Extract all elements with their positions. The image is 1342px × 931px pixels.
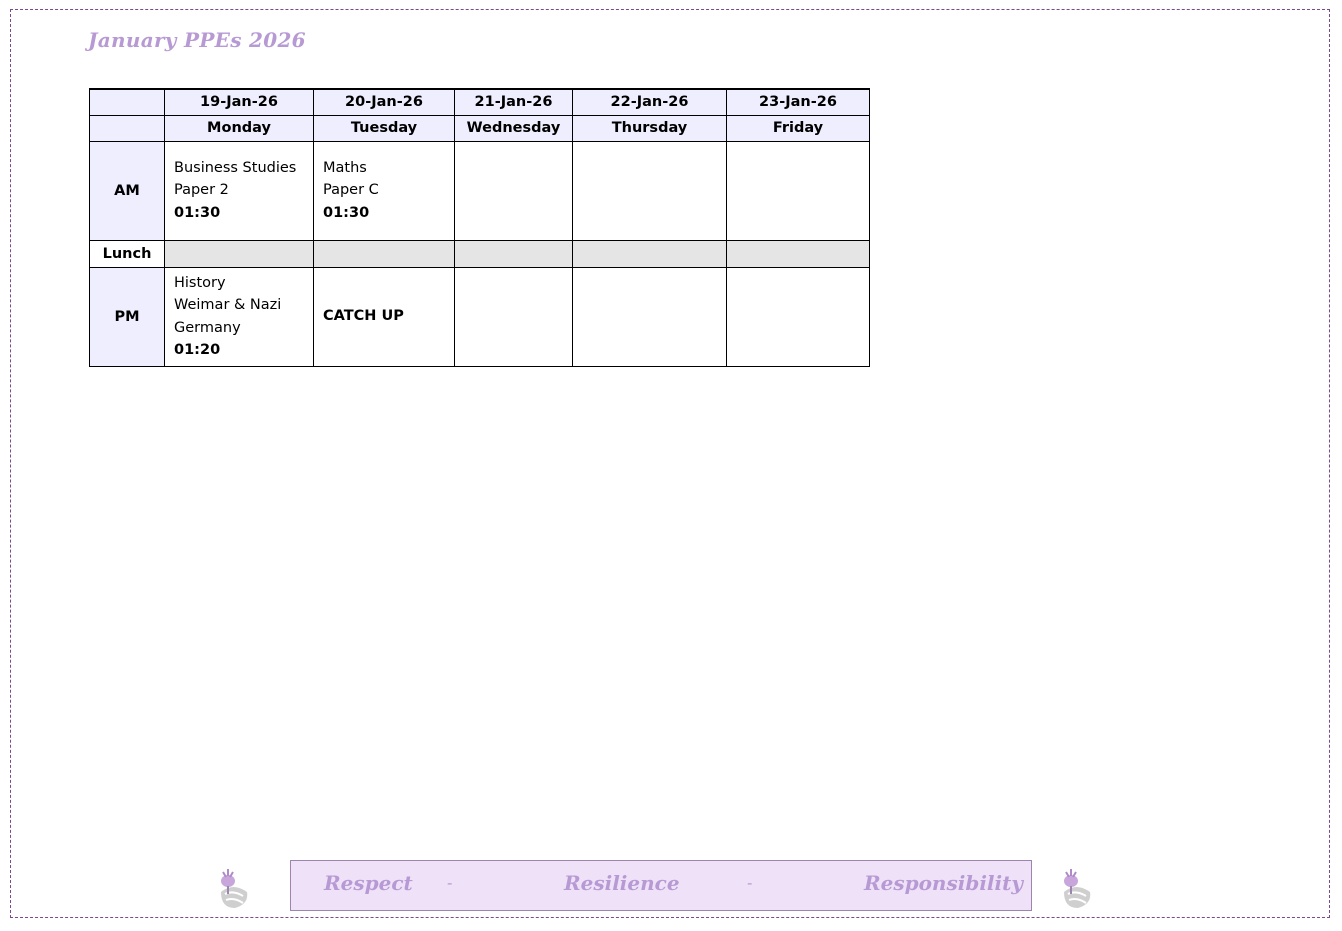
motto-respect: Respect (324, 871, 413, 895)
motto-separator: - (447, 873, 453, 892)
exam-cell-am-tuesday: Maths Paper C 01:30 (313, 140, 455, 241)
exam-subject: Business Studies (174, 159, 297, 176)
empty-cell (572, 140, 727, 241)
catch-up-note: CATCH UP (323, 308, 404, 325)
motto-banner: Respect - Resilience - Responsibility (290, 860, 1032, 911)
slot-label-lunch: Lunch (89, 239, 165, 268)
day-header: Thursday (572, 114, 727, 142)
corner-cell (89, 114, 165, 142)
exam-timetable: 19-Jan-26 20-Jan-26 21-Jan-26 22-Jan-26 … (89, 88, 870, 367)
thistle-shell-icon (221, 869, 248, 908)
thistle-shell-icon (1064, 869, 1091, 908)
lunch-cell (454, 239, 573, 268)
lunch-cell (726, 239, 870, 268)
date-header: 21-Jan-26 (454, 88, 573, 116)
exam-duration: 01:30 (323, 204, 370, 221)
date-header: 20-Jan-26 (313, 88, 455, 116)
motto-responsibility: Responsibility (864, 871, 1023, 895)
motto-resilience: Resilience (564, 871, 680, 895)
exam-paper: Paper 2 (174, 182, 229, 199)
pm-row: PM History Weimar & Nazi Germany 01:20 C… (89, 266, 870, 367)
exam-paper: Weimar & Nazi (174, 297, 282, 313)
exam-duration: 01:30 (174, 204, 221, 221)
lunch-cell (164, 239, 314, 268)
day-header: Friday (726, 114, 870, 142)
empty-cell (454, 140, 573, 241)
day-header-row: Monday Tuesday Wednesday Thursday Friday (89, 114, 870, 142)
lunch-cell (572, 239, 727, 268)
exam-subject: Maths (323, 159, 367, 176)
empty-cell (454, 266, 573, 367)
slot-label-am: AM (89, 140, 165, 241)
am-row: AM Business Studies Paper 2 01:30 Maths … (89, 140, 870, 241)
day-header: Wednesday (454, 114, 573, 142)
slot-label-pm: PM (89, 266, 165, 367)
day-header: Monday (164, 114, 314, 142)
exam-subject: History (174, 274, 226, 291)
exam-paper: Paper C (323, 182, 379, 199)
lunch-cell (313, 239, 455, 268)
exam-cell-am-monday: Business Studies Paper 2 01:30 (164, 140, 314, 241)
exam-cell-pm-monday: History Weimar & Nazi Germany 01:20 (164, 266, 314, 367)
empty-cell (572, 266, 727, 367)
date-header: 22-Jan-26 (572, 88, 727, 116)
corner-cell (89, 88, 165, 116)
empty-cell (726, 140, 870, 241)
motto-separator: - (747, 873, 753, 892)
date-header: 19-Jan-26 (164, 88, 314, 116)
exam-paper: Germany (174, 319, 241, 336)
exam-duration: 01:20 (174, 342, 221, 358)
date-header-row: 19-Jan-26 20-Jan-26 21-Jan-26 22-Jan-26 … (89, 88, 870, 116)
date-header: 23-Jan-26 (726, 88, 870, 116)
lunch-row: Lunch (89, 239, 870, 268)
empty-cell (726, 266, 870, 367)
day-header: Tuesday (313, 114, 455, 142)
page-title: January PPEs 2026 (88, 28, 306, 52)
exam-cell-pm-tuesday: CATCH UP (313, 266, 455, 367)
